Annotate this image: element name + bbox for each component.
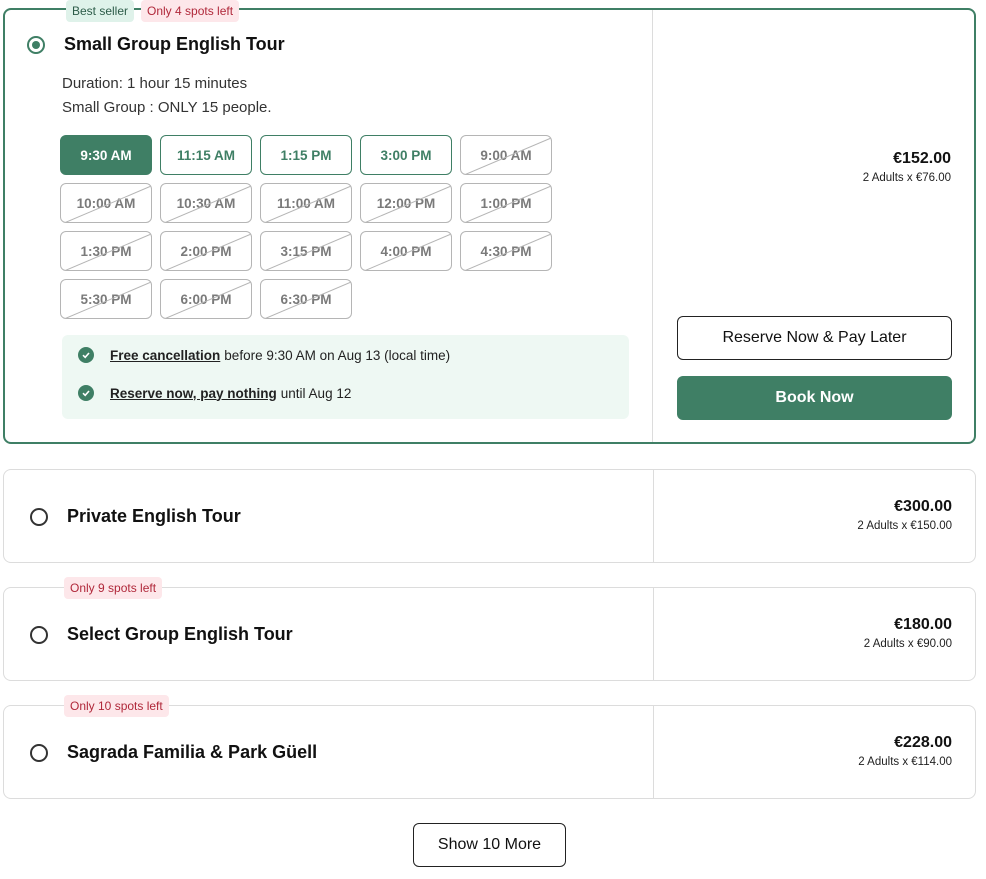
time-slot-button: 5:30 PM [60,279,152,319]
book-now-button[interactable]: Book Now [677,376,952,420]
price-breakdown: 2 Adults x €90.00 [863,638,952,650]
card-divider [653,706,654,798]
time-slot-button: 2:00 PM [160,231,252,271]
time-slot-button: 4:30 PM [460,231,552,271]
time-slot-button: 4:00 PM [360,231,452,271]
radio-selected-icon[interactable] [27,36,45,54]
free-cancellation-link[interactable]: Free cancellation [110,348,220,363]
time-slot-button: 10:30 AM [160,183,252,223]
price-breakdown: 2 Adults x €76.00 [862,172,951,184]
time-slot-button: 3:15 PM [260,231,352,271]
option-title: Select Group English Tour [67,624,293,644]
check-circle-icon [78,347,94,363]
price-breakdown: 2 Adults x €150.00 [857,520,952,532]
time-slot-button: 10:00 AM [60,183,152,223]
card-divider [653,588,654,680]
price-total: €180.00 [894,616,952,633]
reserve-now-text: until Aug 12 [280,385,352,401]
radio-empty-icon[interactable] [30,508,48,526]
time-slot-button[interactable]: 9:30 AM [60,135,152,175]
time-slot-button: 9:00 AM [460,135,552,175]
policy-box: Free cancellation before 9:30 AM on Aug … [62,335,629,419]
spots-left-badge: Only 4 spots left [141,0,240,22]
card-divider [652,10,653,442]
price-block: €300.00 2 Adults x €150.00 [857,498,952,532]
reserve-now-row: Reserve now, pay nothing until Aug 12 [78,385,351,401]
best-seller-badge: Best seller [66,0,135,22]
spots-left-badge: Only 9 spots left [64,577,163,599]
option-card-select-group[interactable]: Select Group English Tour €180.00 2 Adul… [3,587,976,681]
time-slot-button: 1:30 PM [60,231,152,271]
option-title: Private English Tour [67,506,241,526]
time-slot-button[interactable]: 3:00 PM [360,135,452,175]
card-divider [653,470,654,562]
time-slot-button: 6:00 PM [160,279,252,319]
time-slot-button: 12:00 PM [360,183,452,223]
option-duration: Duration: 1 hour 15 minutes [62,75,248,92]
time-slot-button: 11:00 AM [260,183,352,223]
price-block: €180.00 2 Adults x €90.00 [864,616,952,650]
reserve-pay-later-button[interactable]: Reserve Now & Pay Later [677,316,952,360]
radio-empty-icon[interactable] [30,744,48,762]
time-slot-button: 6:30 PM [260,279,352,319]
reserve-now-link[interactable]: Reserve now, pay nothing [110,386,277,401]
price-total: €228.00 [894,734,952,751]
time-slot-button[interactable]: 1:15 PM [260,135,352,175]
check-circle-icon [78,385,94,401]
time-slot-button[interactable]: 11:15 AM [160,135,252,175]
option-card-private[interactable]: Private English Tour €300.00 2 Adults x … [3,469,976,563]
radio-empty-icon[interactable] [30,626,48,644]
price-block: €228.00 2 Adults x €114.00 [858,734,952,768]
show-more-button[interactable]: Show 10 More [413,823,566,867]
free-cancellation-row: Free cancellation before 9:30 AM on Aug … [78,347,450,363]
price-breakdown: 2 Adults x €114.00 [858,756,952,768]
free-cancellation-text: before 9:30 AM on Aug 13 (local time) [224,347,451,363]
option-title: Sagrada Familia & Park Güell [67,742,318,762]
price-total: €152.00 [893,150,951,167]
option-title: Small Group English Tour [64,34,285,54]
option-card-small-group[interactable]: Small Group English Tour Duration: 1 hou… [3,8,976,444]
price-block: €152.00 2 Adults x €76.00 [863,150,951,184]
spots-left-badge: Only 10 spots left [64,695,169,717]
price-total: €300.00 [894,498,952,515]
option-card-sagrada-familia[interactable]: Sagrada Familia & Park Güell €228.00 2 A… [3,705,976,799]
time-slot-button: 1:00 PM [460,183,552,223]
option-group-size: Small Group : ONLY 15 people. [62,99,272,116]
